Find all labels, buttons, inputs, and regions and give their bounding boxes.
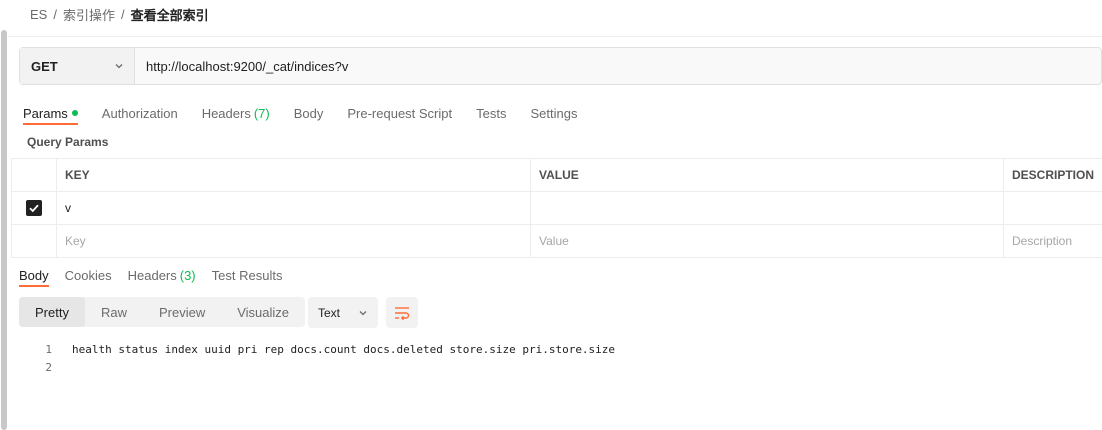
left-scrollbar-thumb[interactable] [1,30,7,430]
url-bar: GET http://localhost:9200/_cat/indices?v [19,47,1102,85]
breadcrumb: ES / 索引操作 / 查看全部索引 [30,5,209,23]
wrap-lines-icon [395,306,410,320]
row-check-cell [11,224,57,258]
tab-body[interactable]: Body [294,101,324,125]
tab-label: Cookies [64,267,112,283]
header-check-cell [11,158,57,192]
column-header-key: KEY [56,158,531,192]
headers-count: (7) [253,105,270,121]
tab-label: Headers [201,105,251,121]
query-params-table: KEY VALUE DESCRIPTION v Key Value Descri… [11,158,1102,258]
tab-authorization[interactable]: Authorization [102,101,178,125]
table-header-row: KEY VALUE DESCRIPTION [11,158,1102,192]
response-body[interactable]: 1 health status index uuid pri rep docs.… [19,340,615,376]
tab-tests[interactable]: Tests [476,101,506,125]
line-number: 1 [45,342,52,356]
response-headers-count: (3) [179,267,196,283]
tab-label: Pre-request Script [347,105,453,121]
breadcrumb-item-es[interactable]: ES [30,7,47,22]
tab-label: Test Results [211,267,283,283]
view-preview-button[interactable]: Preview [143,297,221,327]
breadcrumb-separator: / [53,6,57,22]
response-tabs: Body Cookies Headers (3) Test Results [19,263,298,287]
view-mode-toggle: Pretty Raw Preview Visualize [19,297,306,327]
breadcrumb-separator: / [120,6,125,22]
tab-label: Headers [127,267,177,283]
param-checkbox[interactable] [26,199,42,216]
wrap-lines-button[interactable] [386,297,418,328]
format-select[interactable]: Text [308,297,378,328]
new-value-input[interactable]: Value [530,224,1004,258]
table-row-new: Key Value Description [11,224,1102,258]
method-select[interactable]: GET [20,48,135,84]
url-input[interactable]: http://localhost:9200/_cat/indices?v [135,59,348,74]
row-check-cell [11,191,57,225]
tab-label: Settings [530,105,578,121]
request-tabs: Params Authorization Headers (7) Body Pr… [23,101,601,125]
line-number: 2 [45,360,52,374]
param-description-cell[interactable] [1003,191,1102,225]
code-line: 2 [19,358,615,376]
method-label: GET [31,58,58,74]
response-tab-cookies[interactable]: Cookies [65,263,112,287]
tab-label: Params [23,105,68,121]
tab-label: Authorization [101,105,178,121]
query-params-title: Query Params [27,135,109,149]
param-value-cell[interactable] [530,191,1004,225]
code-line: 1 health status index uuid pri rep docs.… [19,340,615,358]
chevron-down-icon [359,310,367,315]
header-divider [8,36,1102,37]
table-row: v [11,191,1102,225]
check-icon [29,204,39,212]
chevron-down-icon [115,64,123,69]
response-tab-headers[interactable]: Headers (3) [128,263,196,287]
response-tab-test-results[interactable]: Test Results [212,263,283,287]
tab-label: Tests [476,105,507,121]
tab-settings[interactable]: Settings [530,101,577,125]
left-scrollbar[interactable] [0,0,8,430]
view-pretty-button[interactable]: Pretty [19,297,85,327]
line-text: health status index uuid pri rep docs.co… [72,342,616,356]
column-header-value: VALUE [530,158,1004,192]
tab-pre-request-script[interactable]: Pre-request Script [347,101,452,125]
breadcrumb-current: 查看全部索引 [130,7,209,23]
tab-headers[interactable]: Headers (7) [202,101,270,125]
tab-label: Body [19,267,49,283]
new-key-input[interactable]: Key [56,224,531,258]
column-header-description: DESCRIPTION [1003,158,1102,192]
response-tab-body[interactable]: Body [19,263,49,287]
view-raw-button[interactable]: Raw [85,297,143,327]
view-visualize-button[interactable]: Visualize [221,297,305,327]
format-label: Text [318,305,341,320]
tab-label: Body [293,105,324,121]
status-dot-icon [71,110,78,116]
new-description-input[interactable]: Description [1003,224,1102,258]
breadcrumb-item-index-ops[interactable]: 索引操作 [63,5,115,24]
param-key-cell[interactable]: v [56,191,531,225]
tab-params[interactable]: Params [23,101,78,125]
